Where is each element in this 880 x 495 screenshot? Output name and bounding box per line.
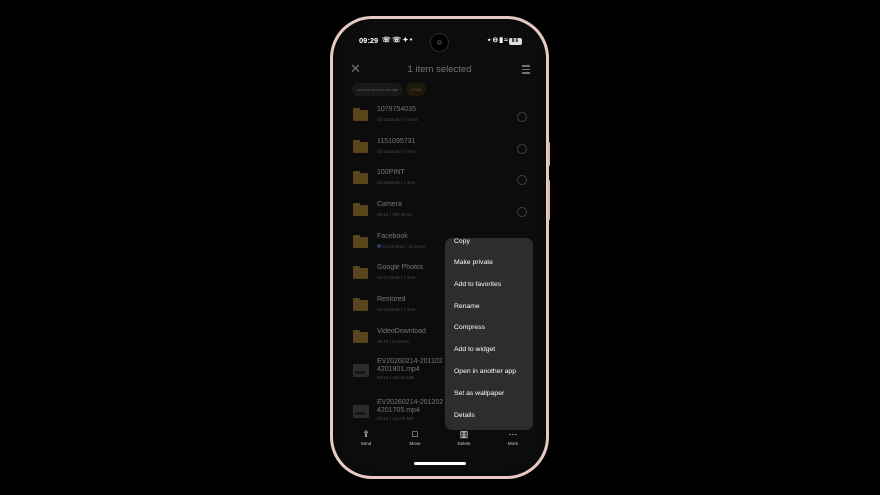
folder-icon <box>353 171 368 185</box>
breadcrumb-storage[interactable]: Internal shared storage <box>352 83 404 96</box>
item-meta: 02/17/2026 | 1 item <box>377 275 416 281</box>
item-name: EV20260214-201202 4201705.mp4 <box>377 398 444 415</box>
item-name: Facebook <box>377 232 408 240</box>
more-button[interactable]: ⋯ More <box>498 429 528 446</box>
folder-icon <box>353 329 368 343</box>
item-meta: 02/14 | 110.00 MB <box>377 415 414 421</box>
page-title: 1 item selected <box>407 64 472 75</box>
action-bar: ⇪ Send □ Move ▥ Delete ⋯ More <box>338 429 541 455</box>
send-button[interactable]: ⇪ Send <box>351 429 381 446</box>
status-time: 09:29 <box>359 36 379 45</box>
folder-icon <box>353 266 368 280</box>
whatsapp-icon: ☏ <box>392 37 403 44</box>
system-icons: ⋆⊖▮≈ 86 <box>487 36 522 45</box>
dot-icon: • <box>409 37 414 44</box>
item-meta: 02/16/2026 | 1 item <box>377 148 416 154</box>
item-meta: 02/13/2026 | 2 items <box>377 117 418 122</box>
item-name: Restored <box>377 296 406 304</box>
select-radio[interactable] <box>517 112 527 122</box>
menu-item-compress[interactable]: Compress <box>454 324 485 331</box>
phone-screen: 09:29 ☏☏✦• ⋆⊖▮≈ 86 ✕ 1 item selected Inte… <box>338 24 541 471</box>
power-button <box>548 180 550 220</box>
item-meta: 02/16/2026 | 1 item <box>377 180 416 186</box>
item-meta: 08:10 | 490 items <box>377 212 412 218</box>
home-indicator[interactable] <box>414 462 466 465</box>
move-button[interactable]: □ Move <box>400 429 430 446</box>
video-thumbnail <box>353 363 369 377</box>
list-item[interactable]: 1151095731 02/16/2026 | 1 item <box>338 134 541 166</box>
list-item[interactable]: 1079754035 02/13/2026 | 2 items <box>338 102 541 134</box>
item-name: 1079754035 <box>377 106 416 113</box>
select-radio[interactable] <box>517 207 527 218</box>
item-name: 1151095731 <box>377 137 416 145</box>
item-name: 100PINT <box>377 169 405 177</box>
menu-item-make-private[interactable]: Make private <box>454 259 493 266</box>
more-icon: ⋯ <box>508 429 518 439</box>
list-item[interactable]: Camera 08:10 | 490 items <box>338 197 541 229</box>
list-item[interactable]: 100PINT 02/16/2026 | 1 item <box>338 165 541 197</box>
context-menu: Copy Make private Add to favorites Renam… <box>445 238 533 430</box>
volume-button <box>548 142 550 166</box>
folder-move-icon: □ <box>412 429 418 439</box>
facebook-icon <box>377 244 381 249</box>
whatsapp-icon: ☏ <box>382 37 393 44</box>
item-name: VideoDownload <box>377 327 426 335</box>
menu-item-open-in-another-app[interactable]: Open in another app <box>454 368 516 375</box>
folder-icon <box>353 139 368 153</box>
select-radio[interactable] <box>517 175 527 186</box>
menu-item-add-to-favorites[interactable]: Add to favorites <box>454 281 501 288</box>
item-name: Google Photos <box>377 264 424 272</box>
menu-item-copy[interactable]: Copy <box>454 238 470 245</box>
front-camera <box>430 33 449 52</box>
select-radio[interactable] <box>517 143 527 154</box>
battery-icon: 86 <box>509 38 522 45</box>
breadcrumb: Internal shared storage DCIM <box>352 83 427 96</box>
folder-icon <box>353 203 368 217</box>
menu-item-set-as-wallpaper[interactable]: Set as wallpaper <box>454 390 504 397</box>
menu-item-add-to-widget[interactable]: Add to widget <box>454 346 495 353</box>
selection-toolbar: ✕ 1 item selected <box>338 60 541 80</box>
status-bar: 09:29 ☏☏✦• ⋆⊖▮≈ 86 <box>338 33 541 52</box>
menu-item-rename[interactable]: Rename <box>454 303 480 310</box>
folder-icon <box>353 298 368 312</box>
share-icon: ⇪ <box>362 429 370 439</box>
sparkle-icon: ✦ <box>402 37 410 44</box>
notification-icons: ☏☏✦• <box>382 36 414 44</box>
folder-icon <box>353 234 368 248</box>
trash-icon: ▥ <box>459 429 469 439</box>
video-thumbnail <box>353 404 369 418</box>
item-meta: 02/15/2026 | 1 item <box>377 307 416 313</box>
menu-item-details[interactable]: Details <box>454 412 475 419</box>
item-name: Camera <box>377 201 402 209</box>
item-name: EV20260214-201102 4201801.mp4 <box>377 357 443 374</box>
item-meta: 02/18/2026 | 11 items <box>377 244 425 249</box>
item-meta: 08:10 | 44 items <box>377 338 409 344</box>
breadcrumb-dcim[interactable]: DCIM <box>406 83 427 96</box>
delete-button[interactable]: ▥ Delete <box>449 429 479 446</box>
select-all-icon[interactable] <box>519 63 530 74</box>
folder-icon <box>353 108 368 121</box>
item-meta: 02/14 | 109.60 MB <box>377 374 414 380</box>
